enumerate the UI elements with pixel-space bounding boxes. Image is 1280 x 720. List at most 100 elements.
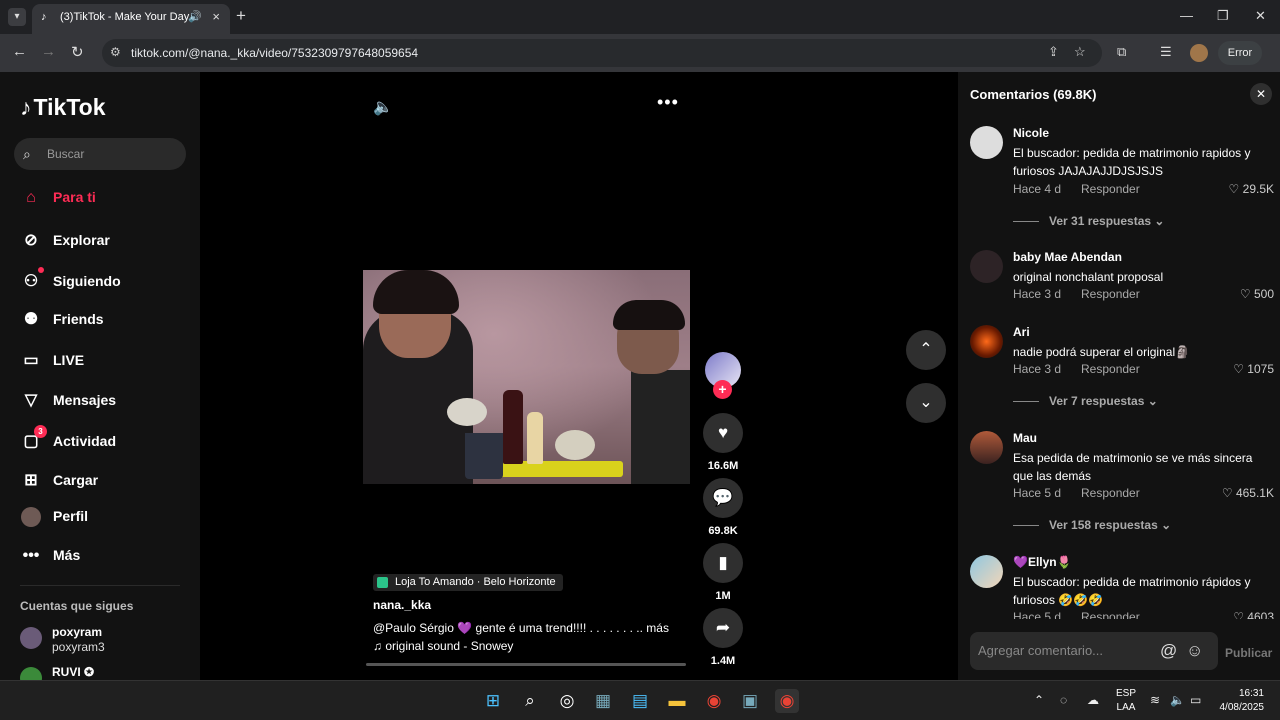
install-app-icon[interactable]: ⇪	[1048, 44, 1059, 60]
view-replies-button[interactable]: Ver 7 respuestas ⌄	[1013, 394, 1158, 408]
comment-like-button[interactable]: ♡ 1075	[1233, 362, 1274, 376]
windows-start-icon[interactable]: ⊞	[481, 689, 505, 713]
sidebar-item-actividad[interactable]: ▢ 3 Actividad	[20, 425, 116, 451]
extensions-icon[interactable]: ⧉	[1117, 44, 1126, 60]
system-clock[interactable]: 16:31 4/08/2025	[1214, 687, 1265, 715]
sidebar-item-perfil[interactable]: Perfil	[20, 507, 88, 527]
sidebar-item-label: Friends	[53, 311, 104, 327]
view-replies-button[interactable]: Ver 158 respuestas ⌄	[1013, 518, 1171, 532]
reply-button[interactable]: Responder	[1081, 486, 1140, 500]
url-text[interactable]: tiktok.com/@nana._kka/video/753230979764…	[131, 46, 418, 60]
comment-username[interactable]: baby Mae Abendan	[1013, 250, 1122, 264]
reply-button[interactable]: Responder	[1081, 362, 1140, 376]
tab-search-icon[interactable]: ▾	[8, 8, 26, 26]
avatar[interactable]	[970, 250, 1003, 283]
mention-icon[interactable]: @	[1160, 632, 1177, 670]
comment-username[interactable]: Mau	[1013, 431, 1037, 445]
sidebar-item-mas[interactable]: ••• Más	[20, 547, 81, 565]
more-options-icon[interactable]: •••	[657, 92, 679, 113]
heart-outline-icon: ♡	[1228, 182, 1240, 196]
tiktok-logo[interactable]: ♪TikTok	[20, 94, 106, 121]
video-progress-bar[interactable]	[366, 663, 686, 666]
search-input[interactable]: ⌕ Buscar	[14, 138, 186, 170]
more-icon: •••	[22, 547, 40, 564]
mention-link[interactable]: @Paulo Sérgio	[373, 621, 454, 635]
sidebar-item-cargar[interactable]: ⊞ Cargar	[20, 470, 98, 490]
calculator-icon[interactable]: ▦	[591, 689, 615, 713]
sound-link[interactable]: ♫ original sound - Snowey	[373, 639, 513, 653]
tab-audio-icon[interactable]: 🔊	[188, 4, 202, 30]
back-icon[interactable]: ←	[12, 43, 27, 60]
description-text[interactable]: gente é uma trend!!!! . . . . . . . .. m…	[476, 621, 669, 635]
reload-icon[interactable]: ↻	[71, 43, 84, 61]
sidebar-item-siguiendo[interactable]: ⚇ Siguiendo	[20, 267, 121, 291]
share-button[interactable]: ➦ 1.4M	[703, 608, 743, 667]
battery-icon[interactable]: ▭	[1190, 693, 1201, 707]
media-controls-icon[interactable]: ☰	[1160, 44, 1172, 60]
comment-username[interactable]: Nicole	[1013, 126, 1049, 140]
sidebar-item-para-ti[interactable]: ⌂ Para ti	[20, 189, 96, 207]
file-explorer-icon[interactable]: ▬	[665, 689, 689, 713]
comment-item: Ari nadie podrá superar el original🗿 Hac…	[970, 325, 1274, 376]
reply-button[interactable]: Responder	[1081, 610, 1140, 619]
avatar[interactable]	[970, 431, 1003, 464]
speaker-icon[interactable]: 🔈	[1170, 693, 1185, 707]
avatar[interactable]	[970, 555, 1003, 588]
onedrive-icon[interactable]: ☁	[1087, 693, 1099, 707]
sidebar: ♪TikTok ⌕ Buscar ⌂ Para ti ⊘ Explorar ⚇ Sig…	[0, 72, 200, 680]
like-button[interactable]: ♥ 16.6M	[703, 413, 743, 472]
profile-error-button[interactable]: Error	[1218, 41, 1262, 65]
comment-input[interactable]: Agregar comentario... @ ☺	[970, 632, 1218, 670]
comment-like-button[interactable]: ♡ 500	[1240, 287, 1274, 301]
following-account[interactable]: poxyram poxyram3	[20, 625, 190, 655]
comment-like-button[interactable]: ♡ 29.5K	[1229, 182, 1274, 196]
minimize-icon[interactable]: —	[1180, 8, 1193, 23]
sidebar-item-mensajes[interactable]: ▽ Mensajes	[20, 390, 116, 410]
chrome-active-icon[interactable]: ◉	[775, 689, 799, 713]
video-player[interactable]	[363, 270, 690, 484]
comment-username[interactable]: 💜Ellyn🌷	[1013, 555, 1072, 569]
app-icon[interactable]: ◎	[555, 689, 579, 713]
comment-like-button[interactable]: ♡ 465.1K	[1222, 486, 1274, 500]
site-info-icon[interactable]: ⚙	[110, 45, 121, 59]
close-comments-button[interactable]: ✕	[1250, 83, 1272, 105]
tray-app-icon[interactable]: ◌	[1060, 693, 1067, 707]
profile-avatar[interactable]	[1190, 44, 1208, 62]
next-video-button[interactable]: ⌄	[906, 383, 946, 423]
sidebar-item-friends[interactable]: ⚉ Friends	[20, 309, 104, 329]
address-bar[interactable]: ⚙ tiktok.com/@nana._kka/video/7532309797…	[102, 39, 1102, 67]
store-icon[interactable]: ▣	[738, 689, 762, 713]
maximize-icon[interactable]: ❐	[1217, 8, 1229, 24]
avatar[interactable]	[970, 126, 1003, 159]
language-indicator[interactable]: ESP LAA	[1114, 687, 1138, 715]
show-hidden-icons-icon[interactable]: ⌃	[1034, 693, 1044, 707]
view-replies-button[interactable]: Ver 31 respuestas ⌄	[1013, 214, 1164, 228]
chrome-icon[interactable]: ◉	[702, 689, 726, 713]
comment-button[interactable]: 💬 69.8K	[703, 478, 743, 537]
save-button[interactable]: ▮ 1M	[703, 543, 743, 602]
location-tag[interactable]: Loja To Amando · Belo Horizonte	[373, 574, 563, 591]
search-icon[interactable]: ⌕	[518, 689, 542, 713]
notepad-icon[interactable]: ▤	[628, 689, 652, 713]
sidebar-item-live[interactable]: ▭ LIVE	[20, 350, 84, 370]
tab-close-icon[interactable]: ×	[212, 4, 220, 30]
video-author[interactable]: nana._kka	[373, 598, 431, 612]
browser-tab[interactable]: ♪ (3)TikTok - Make Your Day 🔊 ×	[32, 4, 230, 34]
emoji-icon[interactable]: ☺	[1186, 632, 1203, 670]
previous-video-button[interactable]: ⌃	[906, 330, 946, 370]
volume-icon[interactable]: 🔈	[373, 97, 393, 117]
window-close-icon[interactable]: ✕	[1255, 8, 1266, 24]
new-tab-icon[interactable]: +	[236, 6, 246, 26]
publish-button[interactable]: Publicar	[1225, 646, 1272, 660]
reply-button[interactable]: Responder	[1081, 287, 1140, 301]
forward-icon[interactable]: →	[41, 43, 56, 60]
avatar[interactable]	[970, 325, 1003, 358]
following-account[interactable]: RUVI ✪	[20, 665, 190, 680]
reply-button[interactable]: Responder	[1081, 182, 1140, 196]
comment-username[interactable]: Ari	[1013, 325, 1030, 339]
bookmark-star-icon[interactable]: ☆	[1074, 44, 1086, 60]
wifi-icon[interactable]: ≋	[1150, 693, 1160, 707]
follow-plus-icon[interactable]: +	[713, 380, 732, 399]
comment-like-button[interactable]: ♡ 4603	[1233, 610, 1274, 619]
sidebar-item-explorar[interactable]: ⊘ Explorar	[20, 230, 110, 250]
